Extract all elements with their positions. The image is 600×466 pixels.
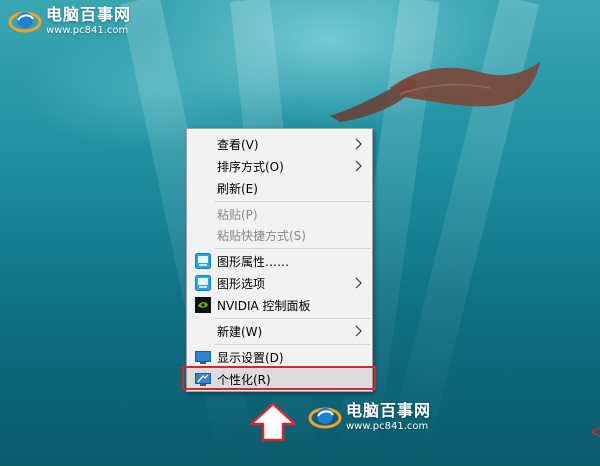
menu-separator xyxy=(215,248,370,249)
watermark-url: www.pc841.com xyxy=(346,420,429,432)
menu-item-label: NVIDIA 控制面板 xyxy=(217,298,311,313)
chevron-right-icon xyxy=(355,325,362,337)
menu-item-label: 新建(W) xyxy=(217,324,263,339)
menu-separator xyxy=(215,344,370,345)
menu-item-view[interactable]: 查看(V) xyxy=(187,133,372,155)
watermark-title: 电脑百事网 xyxy=(346,400,432,420)
menu-item-label: 图形选项 xyxy=(217,276,266,291)
menu-separator xyxy=(215,318,370,319)
menu-item-label: 显示设置(D) xyxy=(217,350,284,365)
menu-item-nvidia-control-panel[interactable]: NVIDIA 控制面板 xyxy=(187,294,372,316)
swimmer-monofin-image xyxy=(330,62,540,122)
watermark-top-left: 电脑百事网 www.pc841.com xyxy=(8,6,131,36)
menu-item-label: 刷新(E) xyxy=(217,181,258,196)
watermark-title: 电脑百事网 xyxy=(46,4,132,24)
chevron-right-icon xyxy=(355,138,362,150)
menu-item-paste-shortcut: 粘贴快捷方式(S) xyxy=(187,224,372,246)
menu-item-label: 粘贴(P) xyxy=(217,207,258,222)
menu-item-label: 查看(V) xyxy=(217,137,259,152)
menu-item-refresh[interactable]: 刷新(E) xyxy=(187,177,372,199)
chevron-right-icon xyxy=(355,160,362,172)
menu-item-paste: 粘贴(P) xyxy=(187,203,372,225)
edge-mark-icon xyxy=(592,428,600,436)
intel-graphics-icon xyxy=(195,253,211,269)
menu-item-new[interactable]: 新建(W) xyxy=(187,320,372,342)
nvidia-icon xyxy=(195,297,211,313)
display-settings-icon xyxy=(195,351,211,364)
menu-item-graphics-properties[interactable]: 图形属性…… xyxy=(187,250,372,272)
chevron-right-icon xyxy=(355,277,362,289)
up-arrow-annotation-icon xyxy=(249,402,297,442)
highlight-annotation-box xyxy=(182,366,376,390)
watermark-bottom-center: 电脑百事网 www.pc841.com xyxy=(308,402,431,432)
site-logo-icon xyxy=(8,11,42,33)
desktop-context-menu: 查看(V) 排序方式(O) 刷新(E) 粘贴(P) 粘贴快捷方式(S) 图形属性… xyxy=(186,128,373,392)
menu-item-sort-by[interactable]: 排序方式(O) xyxy=(187,155,372,177)
menu-item-display-settings[interactable]: 显示设置(D) xyxy=(187,346,372,368)
menu-item-label: 排序方式(O) xyxy=(217,159,284,174)
menu-item-graphics-options[interactable]: 图形选项 xyxy=(187,272,372,294)
menu-item-label: 图形属性…… xyxy=(217,254,290,269)
menu-item-label: 粘贴快捷方式(S) xyxy=(217,228,306,243)
site-logo-icon xyxy=(308,407,342,429)
watermark-url: www.pc841.com xyxy=(46,24,129,36)
menu-separator xyxy=(215,201,370,202)
intel-graphics-icon xyxy=(195,275,211,291)
